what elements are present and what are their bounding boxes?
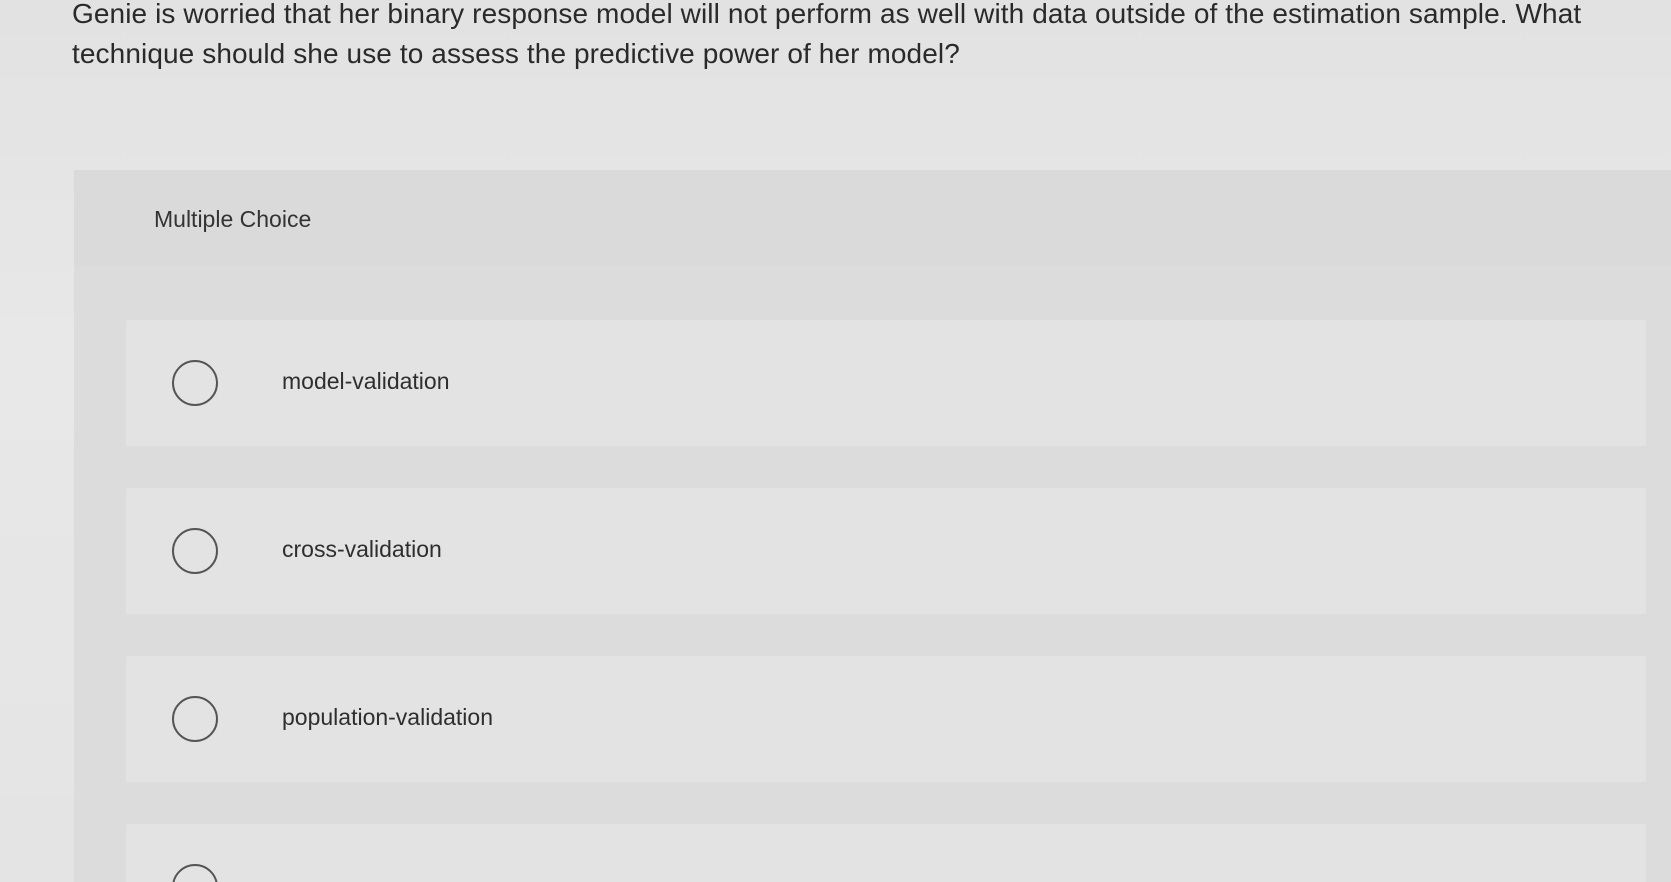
- answer-option-4[interactable]: [126, 824, 1646, 882]
- answer-option-label: model-validation: [282, 368, 450, 394]
- answer-option-label: population-validation: [282, 704, 493, 730]
- radio-button[interactable]: [172, 864, 218, 882]
- radio-button[interactable]: [172, 528, 218, 574]
- question-line-1: Genie is worried that her binary respons…: [72, 0, 1582, 29]
- radio-button[interactable]: [172, 360, 218, 406]
- radio-button[interactable]: [172, 696, 218, 742]
- answer-option-population-validation[interactable]: population-validation: [126, 656, 1646, 782]
- answer-option-model-validation[interactable]: model-validation: [126, 320, 1646, 446]
- answer-option-cross-validation[interactable]: cross-validation: [126, 488, 1646, 614]
- question-text: Genie is worried that her binary respons…: [72, 0, 1671, 74]
- multiple-choice-header: Multiple Choice: [74, 170, 1671, 266]
- question-line-2: technique should she use to assess the p…: [72, 38, 960, 69]
- multiple-choice-title: Multiple Choice: [154, 206, 312, 232]
- answer-options: model-validation cross-validation popula…: [126, 320, 1646, 882]
- quiz-page: Genie is worried that her binary respons…: [0, 0, 1671, 882]
- multiple-choice-panel: Multiple Choice model-validation cross-v…: [74, 170, 1671, 882]
- answer-option-label: cross-validation: [282, 536, 442, 562]
